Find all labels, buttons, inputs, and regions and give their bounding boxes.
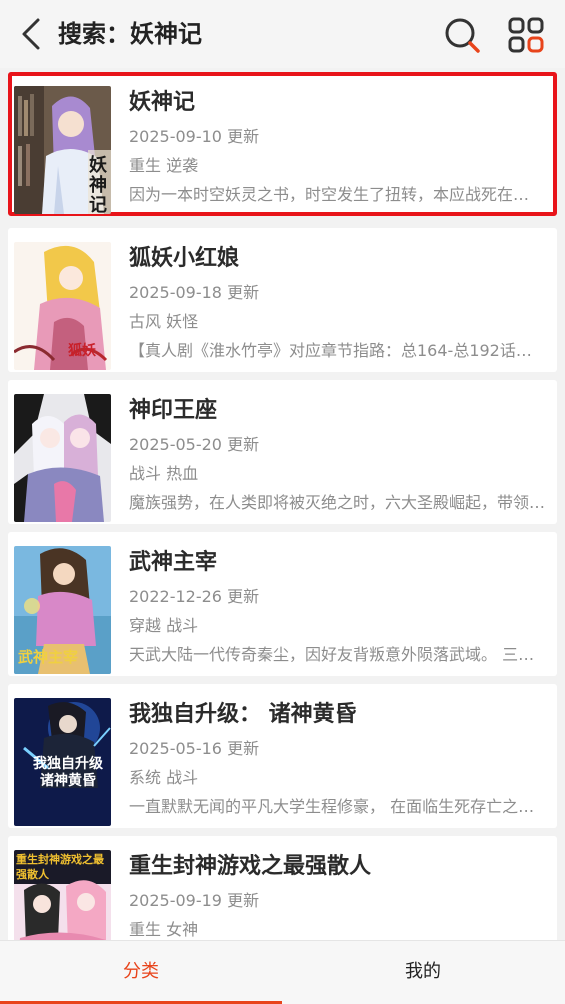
result-date: 2022-12-26 更新 <box>129 587 260 606</box>
search-icon <box>445 18 480 53</box>
cover-image: 我独自升级 诸神黄昏 <box>14 698 111 826</box>
result-card[interactable]: 妖神记 妖神记 2025-09-10 更新 重生 逆袭 因为一本时空妖灵之书，时… <box>8 72 557 216</box>
result-card[interactable]: 狐妖 狐妖小红娘 2025-09-18 更新 古风 妖怪 【真人剧《淮水竹亭》对… <box>8 228 557 372</box>
result-tags: 穿越 战斗 <box>129 616 199 635</box>
result-desc: 天武大陆一代传奇秦尘，因好友背叛意外陨落武域。 三百… <box>129 645 547 664</box>
bottom-tab-bar: 分类 我的 <box>0 940 565 1004</box>
result-desc: 【真人剧《淮水竹亭》对应章节指路：总164-总192话】 … <box>129 341 547 360</box>
result-date: 2025-05-16 更新 <box>129 739 260 758</box>
result-title: 妖神记 <box>129 90 196 115</box>
cover-title-text: 妖神记 <box>89 155 107 215</box>
result-card[interactable]: 神印王座 2025-05-20 更新 战斗 热血 魔族强势，在人类即将被灭绝之时… <box>8 380 557 524</box>
result-info: 重生封神游戏之最强散人 2025-09-19 更新 重生 女神 <box>129 850 547 940</box>
result-tags: 重生 逆袭 <box>129 156 199 175</box>
cover-image: 狐妖 <box>14 242 111 370</box>
result-info: 妖神记 2025-09-10 更新 重生 逆袭 因为一本时空妖灵之书，时空发生了… <box>129 86 543 209</box>
search-results-list[interactable]: 妖神记 妖神记 2025-09-10 更新 重生 逆袭 因为一本时空妖灵之书，时… <box>0 68 565 940</box>
cover-title-text: 我独自升级 诸神黄昏 <box>33 756 103 789</box>
result-tags: 系统 战斗 <box>129 768 199 787</box>
cover-title-text: 武神主宰 <box>18 648 79 666</box>
result-info: 武神主宰 2022-12-26 更新 穿越 战斗 天武大陆一代传奇秦尘，因好友背… <box>129 546 547 669</box>
tab-mine-label: 我的 <box>405 961 441 982</box>
result-date: 2025-09-19 更新 <box>129 891 260 910</box>
result-info: 神印王座 2025-05-20 更新 战斗 热血 魔族强势，在人类即将被灭绝之时… <box>129 394 547 517</box>
result-title: 神印王座 <box>129 398 218 423</box>
result-desc: 因为一本时空妖灵之书，时空发生了扭转，本应战死在神… <box>129 185 543 204</box>
result-card[interactable]: 武神主宰 武神主宰 2022-12-26 更新 穿越 战斗 天武大陆一代传奇秦尘… <box>8 532 557 676</box>
back-arrow-icon <box>22 18 40 50</box>
result-title: 武神主宰 <box>129 550 218 575</box>
result-date: 2025-09-18 更新 <box>129 283 260 302</box>
result-card[interactable]: 重生封神游戏之最强散人 重生封神游戏之最强散人 2025-09-19 更新 重生… <box>8 836 557 940</box>
tab-mine[interactable]: 我的 <box>282 941 564 1004</box>
apps-button[interactable] <box>506 15 546 55</box>
tab-category[interactable]: 分类 <box>0 941 282 1004</box>
result-title: 我独自升级： 诸神黄昏 <box>129 702 357 727</box>
top-bar: 搜索：妖神记 <box>0 0 565 68</box>
result-title: 重生封神游戏之最强散人 <box>129 854 372 879</box>
result-tags: 古风 妖怪 <box>129 312 199 331</box>
cover-image: 重生封神游戏之最强散人 <box>14 850 111 940</box>
search-button[interactable] <box>442 15 482 55</box>
tab-category-label: 分类 <box>123 961 159 982</box>
result-desc: 一直默默无闻的平凡大学生程修豪， 在面临生死存亡之际… <box>129 797 547 816</box>
result-date: 2025-09-10 更新 <box>129 127 260 146</box>
result-info: 我独自升级： 诸神黄昏 2025-05-16 更新 系统 战斗 一直默默无闻的平… <box>129 698 547 821</box>
page-title: 搜索：妖神记 <box>58 20 202 48</box>
back-button[interactable] <box>14 16 48 52</box>
cover-title-text: 重生封神游戏之最强散人 <box>16 853 104 881</box>
result-tags: 战斗 热血 <box>129 464 199 483</box>
cover-image: 妖神记 <box>14 86 111 214</box>
result-desc: 魔族强势，在人类即将被灭绝之时，六大圣殿崛起，带领… <box>129 493 546 512</box>
result-tags: 重生 女神 <box>129 920 199 939</box>
result-date: 2025-05-20 更新 <box>129 435 260 454</box>
cover-image: 武神主宰 <box>14 546 111 674</box>
result-title: 狐妖小红娘 <box>129 246 240 271</box>
result-card[interactable]: 我独自升级 诸神黄昏 我独自升级： 诸神黄昏 2025-05-16 更新 系统 … <box>8 684 557 828</box>
cover-title-text: 狐妖 <box>68 343 96 359</box>
apps-grid-icon <box>508 17 544 53</box>
result-info: 狐妖小红娘 2025-09-18 更新 古风 妖怪 【真人剧《淮水竹亭》对应章节… <box>129 242 547 365</box>
cover-image <box>14 394 111 522</box>
